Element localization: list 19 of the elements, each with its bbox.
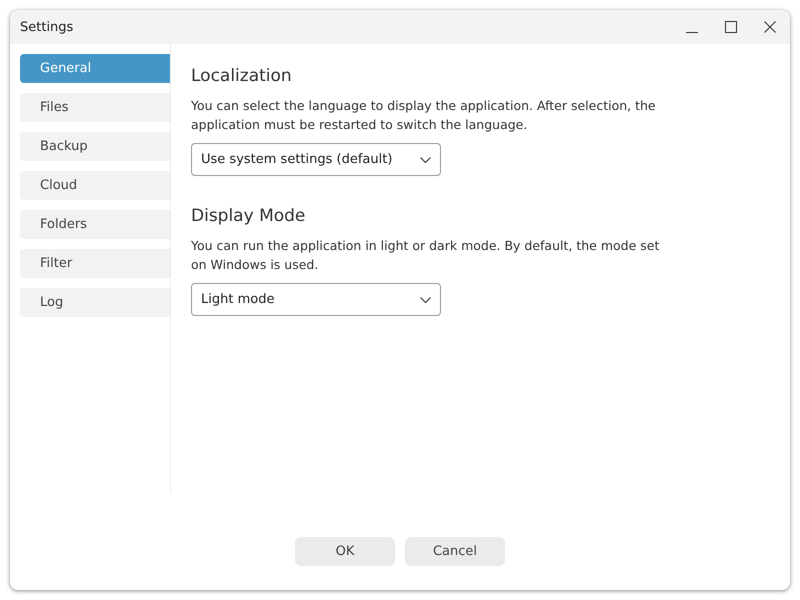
window-title: Settings [20, 20, 74, 34]
dropdown[interactable]: Light mode [191, 283, 441, 316]
sidebar-item[interactable]: Files [20, 93, 170, 122]
ok-button[interactable]: OK [295, 537, 395, 566]
close-icon[interactable] [764, 21, 776, 33]
cancel-button[interactable]: Cancel [405, 537, 505, 566]
sidebar-item[interactable]: Backup [20, 132, 170, 161]
section-description: You can run the application in light or dark mode. By default, the mode set on Windows is used. [191, 237, 660, 274]
sidebar-item[interactable]: Folders [20, 210, 170, 239]
maximize-icon[interactable] [725, 21, 737, 33]
section-heading: Display Mode [191, 206, 306, 226]
dropdown[interactable]: Use system settings (default) [191, 143, 441, 176]
sidebar-item[interactable]: Cloud [20, 171, 170, 200]
chevron-down-icon [420, 296, 431, 302]
sidebar-item[interactable]: Log [20, 288, 170, 317]
chevron-down-icon [420, 156, 431, 162]
sidebar-item[interactable]: Filter [20, 249, 170, 278]
section-description: You can select the language to display the application. After selection, the application must be restarted to switch the language. [191, 97, 657, 134]
section-heading: Localization [191, 66, 293, 86]
